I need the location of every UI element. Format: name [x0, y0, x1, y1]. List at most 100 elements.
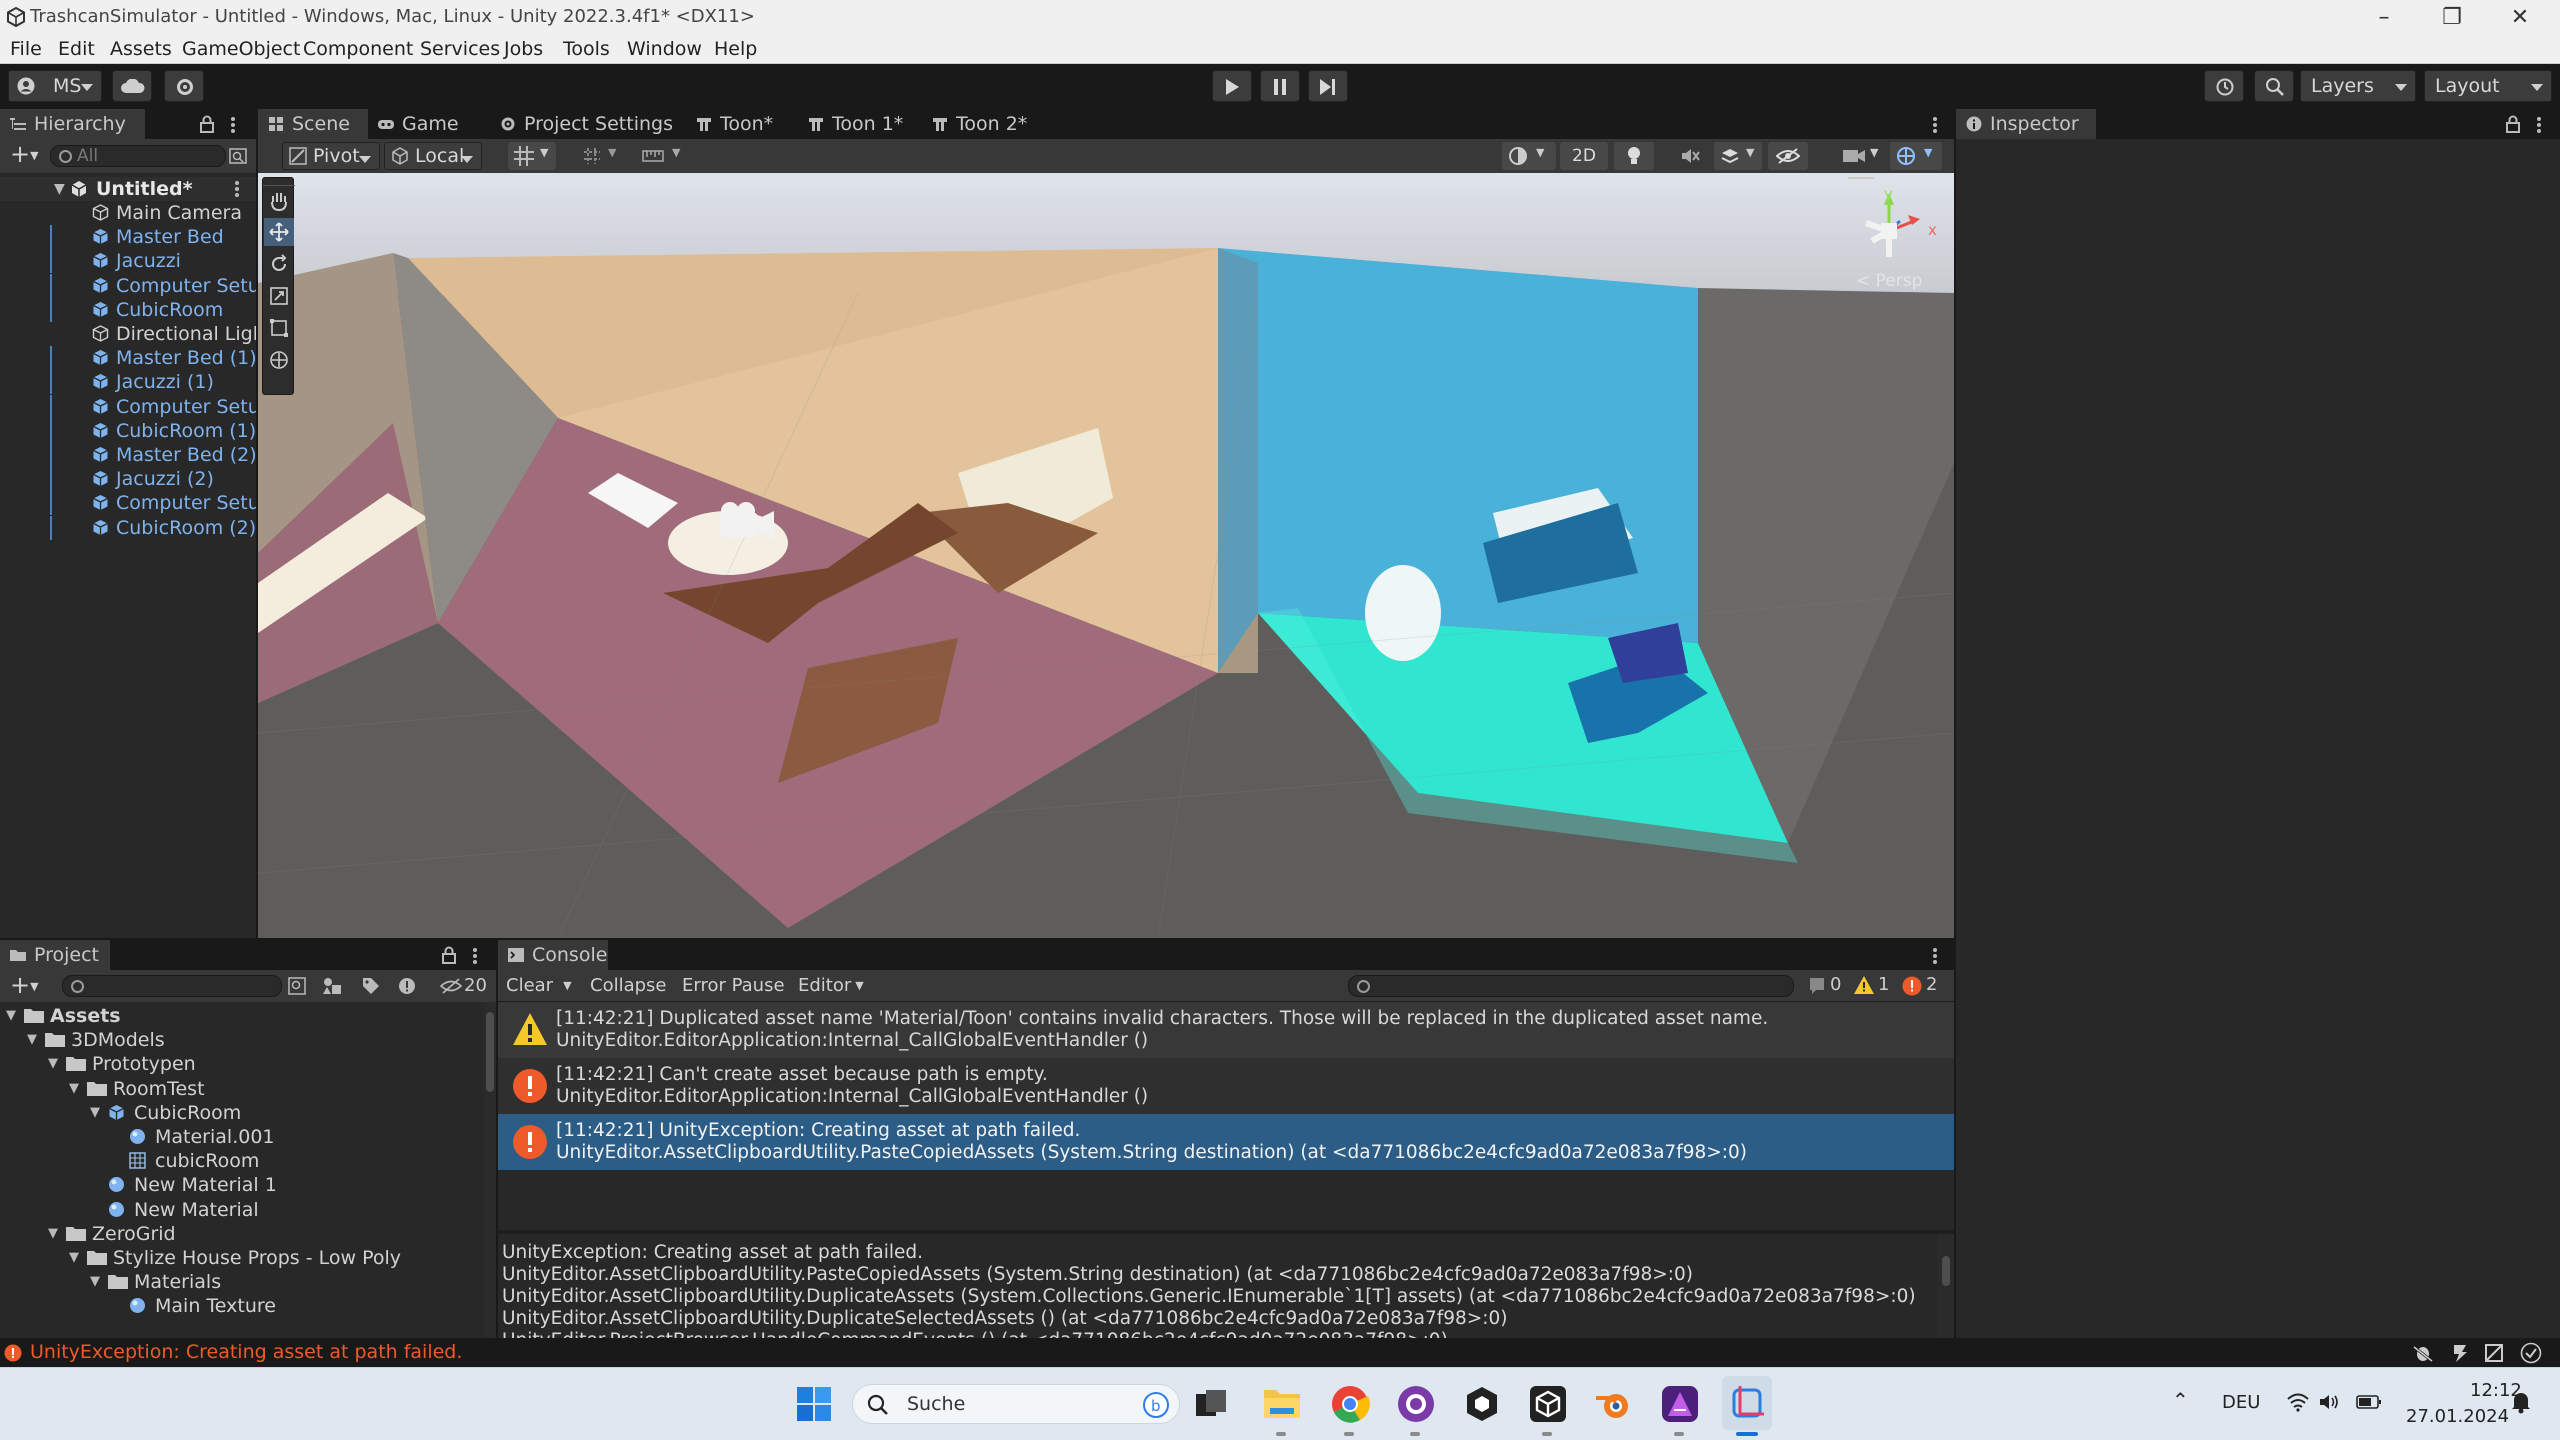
unity-hub-icon[interactable]: [1462, 1384, 1502, 1424]
gizmo-handle[interactable]: [1848, 177, 1874, 179]
editor-dropdown[interactable]: Editor ▼: [792, 974, 868, 998]
menu-services[interactable]: Services: [420, 38, 500, 60]
undo-history-button[interactable]: [2204, 70, 2244, 102]
stacktrace-scrollbar-thumb[interactable]: [1942, 1256, 1950, 1286]
project-tree-row[interactable]: Material.001: [0, 1125, 484, 1149]
layout-dropdown[interactable]: Layout: [2424, 70, 2552, 102]
project-tree-row[interactable]: Main Texture: [0, 1294, 484, 1318]
stacktrace-scrollbar[interactable]: [1938, 1234, 1954, 1338]
taskbar-search-box[interactable]: Suche b: [852, 1384, 1180, 1424]
expand-arrow-icon[interactable]: ▼: [54, 177, 65, 201]
hidden-packages-eye-icon[interactable]: [440, 978, 462, 994]
hierarchy-row[interactable]: CubicRoom (1): [0, 418, 256, 443]
hierarchy-row[interactable]: Computer Setup: [0, 491, 256, 516]
hierarchy-row[interactable]: Computer Setup: [0, 394, 256, 419]
hierarchy-row[interactable]: Master Bed: [0, 225, 256, 250]
console-message-selected[interactable]: [11:42:21] UnityException: Creating asse…: [498, 1114, 1954, 1170]
more-options-icon[interactable]: [1932, 947, 1938, 965]
projection-label[interactable]: < Persp: [1856, 271, 1922, 291]
console-message[interactable]: [11:42:21] Duplicated asset name 'Materi…: [498, 1002, 1954, 1058]
hierarchy-row[interactable]: CubicRoom (2): [0, 515, 256, 540]
project-tree-row[interactable]: New Material 1: [0, 1173, 484, 1197]
cloud-button[interactable]: [112, 70, 152, 102]
expand-arrow-icon[interactable]: ▼: [69, 1246, 79, 1270]
expand-arrow-icon[interactable]: ▼: [27, 1028, 37, 1052]
scene-more-icon[interactable]: [1932, 116, 1938, 134]
play-button[interactable]: [1212, 70, 1252, 102]
scene-viewport[interactable]: y x < Persp: [258, 173, 1954, 938]
label-tag-icon[interactable]: [362, 977, 380, 995]
tab-game[interactable]: Game: [368, 109, 468, 139]
affinity-designer-icon[interactable]: [1660, 1384, 1700, 1424]
wifi-icon[interactable]: [2286, 1392, 2310, 1412]
hierarchy-row[interactable]: Main Camera: [0, 201, 256, 225]
transform-tool-icon[interactable]: [269, 350, 289, 370]
restore-button[interactable]: ❐: [2420, 0, 2484, 35]
checkmark-circle-icon[interactable]: [2520, 1342, 2542, 1364]
close-button[interactable]: ✕: [2488, 0, 2552, 35]
show-hidden-icons-chevron-icon[interactable]: ⌃: [2172, 1388, 2189, 1412]
minimize-button[interactable]: –: [2352, 0, 2416, 35]
warning-count-toggle[interactable]: 1: [1852, 974, 1896, 998]
blender-icon[interactable]: [1594, 1384, 1634, 1424]
menu-component[interactable]: Component: [303, 38, 413, 60]
tab-toon-2[interactable]: Toon 2*: [922, 109, 1032, 139]
menu-tools[interactable]: Tools: [563, 38, 610, 60]
draw-mode-dropdown[interactable]: ▼: [1502, 142, 1556, 170]
project-tree-row[interactable]: New Material: [0, 1198, 484, 1222]
project-tree-row[interactable]: ▼ RoomTest: [0, 1077, 484, 1101]
project-tree-row[interactable]: ▼ CubicRoom: [0, 1101, 484, 1125]
progress-off-icon[interactable]: [2484, 1343, 2504, 1363]
menu-edit[interactable]: Edit: [58, 38, 95, 60]
menu-jobs[interactable]: Jobs: [504, 38, 543, 60]
collab-button[interactable]: [164, 70, 204, 102]
clock-date[interactable]: 27.01.2024: [2406, 1406, 2509, 1427]
battery-icon[interactable]: [2356, 1394, 2382, 1410]
orientation-gizmo[interactable]: y x < Persp: [1830, 177, 1946, 297]
expand-arrow-icon[interactable]: ▼: [48, 1222, 58, 1246]
hierarchy-search-input[interactable]: All: [50, 145, 226, 167]
task-view-icon[interactable]: [1194, 1388, 1228, 1420]
collapse-toggle[interactable]: Collapse: [584, 974, 673, 998]
console-search-input[interactable]: [1348, 975, 1794, 997]
step-button[interactable]: [1308, 70, 1348, 102]
log-count-toggle[interactable]: 0: [1804, 974, 1848, 998]
menu-file[interactable]: File: [10, 38, 42, 60]
tab-hierarchy[interactable]: Hierarchy: [0, 109, 145, 139]
hand-tool-icon[interactable]: [269, 190, 289, 212]
hierarchy-row[interactable]: CubicRoom: [0, 297, 256, 322]
expand-arrow-icon[interactable]: ▼: [48, 1052, 58, 1076]
expand-arrow-icon[interactable]: ▼: [90, 1101, 100, 1125]
menu-window[interactable]: Window: [627, 38, 702, 60]
input-language[interactable]: DEU: [2222, 1392, 2260, 1413]
debug-bug-icon[interactable]: [2412, 1343, 2434, 1363]
rect-tool-icon[interactable]: [269, 318, 289, 338]
notification-bell-icon[interactable]: [2510, 1390, 2532, 1414]
project-scrollbar[interactable]: [484, 1002, 496, 1338]
search-button[interactable]: [2254, 70, 2294, 102]
menu-assets[interactable]: Assets: [110, 38, 172, 60]
scene-camera-gizmo-icon[interactable]: [708, 491, 778, 551]
lock-icon[interactable]: [200, 115, 214, 133]
more-options-icon[interactable]: [230, 116, 236, 134]
scene-options-icon[interactable]: [234, 180, 240, 198]
clear-button[interactable]: Clear ▼: [500, 974, 582, 998]
account-dropdown[interactable]: MS: [8, 70, 102, 102]
gizmos-dropdown[interactable]: ▼: [1890, 142, 1942, 170]
expand-arrow-icon[interactable]: ▼: [90, 1270, 100, 1294]
chrome-icon[interactable]: [1330, 1384, 1370, 1424]
project-search-input[interactable]: [62, 975, 282, 997]
windows-start-icon[interactable]: [796, 1386, 832, 1422]
hierarchy-row[interactable]: Jacuzzi (2): [0, 467, 256, 492]
project-tree-row[interactable]: ▼ ZeroGrid: [0, 1222, 484, 1246]
hierarchy-row[interactable]: Master Bed (1): [0, 346, 256, 371]
project-tree-row[interactable]: ▼ Prototypen: [0, 1052, 484, 1076]
tab-project-settings[interactable]: Project Settings: [490, 109, 676, 139]
rotate-tool-icon[interactable]: [269, 254, 289, 274]
error-count-toggle[interactable]: 2: [1900, 974, 1944, 998]
increment-snap-dropdown[interactable]: ▼: [576, 142, 624, 170]
overlay-handle[interactable]: [263, 178, 295, 186]
project-create-dropdown[interactable]: +▼: [4, 973, 46, 998]
effects-dropdown[interactable]: ▼: [1714, 142, 1762, 170]
file-explorer-icon[interactable]: [1262, 1384, 1302, 1422]
